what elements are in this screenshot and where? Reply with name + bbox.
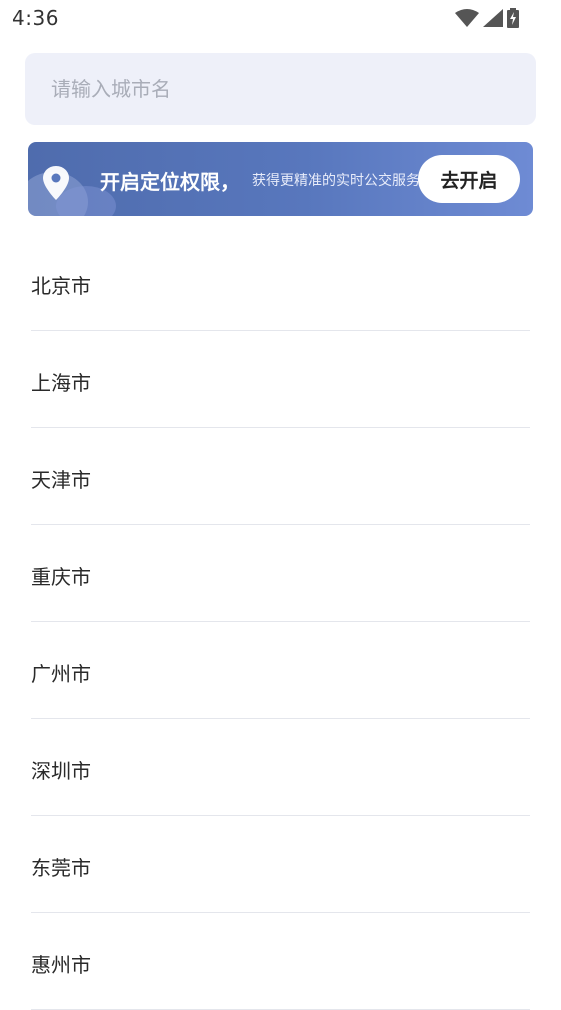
banner-subtitle: 获得更精准的实时公交服务: [252, 173, 420, 189]
battery-charging-icon: [507, 8, 519, 28]
city-label: 北京市: [31, 274, 91, 298]
city-label: 东莞市: [31, 856, 91, 880]
banner-title: 开启定位权限，: [100, 170, 240, 194]
city-list: 北京市 上海市 天津市 重庆市 广州市 深圳市 东莞市 惠州市: [31, 234, 530, 1010]
city-item-beijing[interactable]: 北京市: [31, 234, 530, 331]
city-item-huizhou[interactable]: 惠州市: [31, 913, 530, 1010]
city-label: 广州市: [31, 662, 91, 686]
city-label: 上海市: [31, 371, 91, 395]
city-label: 天津市: [31, 468, 91, 492]
city-item-chongqing[interactable]: 重庆市: [31, 525, 530, 622]
city-search-input[interactable]: [51, 77, 536, 101]
status-time: 4:36: [12, 6, 59, 30]
city-item-tianjin[interactable]: 天津市: [31, 428, 530, 525]
city-label: 深圳市: [31, 759, 91, 783]
city-item-shanghai[interactable]: 上海市: [31, 331, 530, 428]
city-item-dongguan[interactable]: 东莞市: [31, 816, 530, 913]
enable-location-button[interactable]: 去开启: [418, 155, 520, 203]
location-pin-icon: [43, 166, 69, 200]
status-icons: [455, 8, 519, 28]
wifi-icon: [455, 9, 479, 27]
signal-icon: [483, 9, 503, 27]
city-item-guangzhou[interactable]: 广州市: [31, 622, 530, 719]
status-bar: 4:36: [0, 0, 561, 38]
location-permission-banner: 开启定位权限， 获得更精准的实时公交服务 去开启: [28, 142, 533, 216]
search-box[interactable]: [25, 53, 536, 125]
city-label: 重庆市: [31, 565, 91, 589]
city-label: 惠州市: [31, 953, 91, 977]
city-item-shenzhen[interactable]: 深圳市: [31, 719, 530, 816]
